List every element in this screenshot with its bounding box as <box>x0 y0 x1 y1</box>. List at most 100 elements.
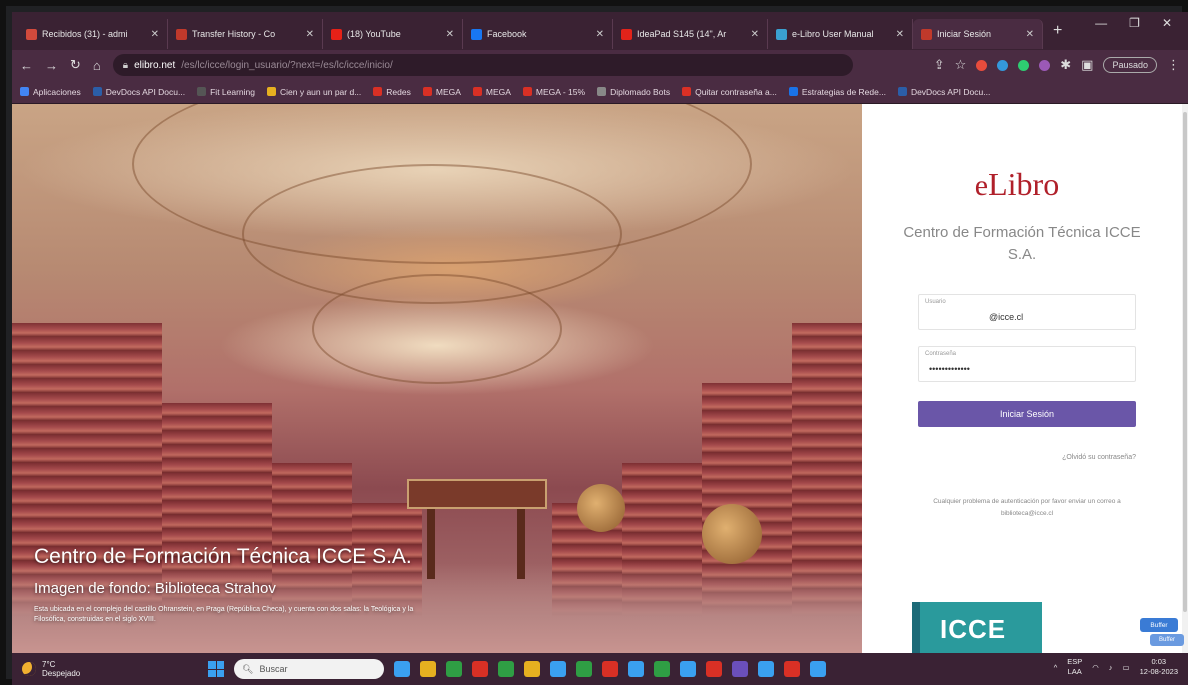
forgot-password-link[interactable]: ¿Olvidó su contraseña? <box>918 454 1136 461</box>
url-host: elibro.net <box>134 59 176 71</box>
extension-icon[interactable] <box>1039 59 1051 71</box>
close-window-button[interactable]: ✕ <box>1162 16 1172 30</box>
back-icon[interactable]: ← <box>20 58 33 73</box>
bookmark-favicon-icon <box>788 87 798 96</box>
bookmark-item[interactable]: Quitar contraseña a... <box>682 87 777 97</box>
screen-frame: Recibidos (31) - admi ✕ Transfer History -… <box>0 0 1188 685</box>
taskbar-app-icon[interactable] <box>680 661 696 677</box>
taskbar-app-icon[interactable] <box>524 661 540 677</box>
buffer-widget-button[interactable]: Buffer <box>1140 618 1178 632</box>
bookmark-item[interactable]: MEGA <box>422 87 461 97</box>
taskbar-app-icon[interactable] <box>420 661 436 677</box>
display-table <box>407 479 547 509</box>
browser-tab[interactable]: Facebook ✕ <box>463 19 613 49</box>
login-panel: eLibro Centro de Formación Técnica ICCE … <box>862 104 1188 653</box>
maximize-button[interactable]: ❐ <box>1129 16 1140 30</box>
username-field[interactable]: Usuario @icce.cl <box>918 294 1136 330</box>
reload-icon[interactable]: ↻ <box>70 57 81 73</box>
taskbar-app-icon[interactable] <box>810 661 826 677</box>
taskbar-app-icon[interactable] <box>498 661 514 677</box>
bookmark-item[interactable]: Cien y aun un par d... <box>267 87 361 97</box>
puzzle-icon[interactable]: ✱ <box>1060 57 1071 73</box>
bookmark-label: DevDocs API Docu... <box>910 86 991 97</box>
chevron-up-icon[interactable]: ^ <box>1054 663 1058 672</box>
login-button[interactable]: Iniciar Sesión <box>918 401 1136 427</box>
taskbar-app-icon[interactable] <box>706 661 722 677</box>
bookmark-item[interactable]: Aplicaciones <box>20 87 81 97</box>
share-icon[interactable]: ⇪ <box>934 57 945 73</box>
bookmark-favicon-icon <box>267 87 276 96</box>
bookmark-item[interactable]: Estrategias de Rede... <box>788 87 886 97</box>
buffer-widget-button-secondary[interactable]: Buffer <box>1150 634 1184 646</box>
sidebar-icon[interactable]: ▣ <box>1081 57 1093 73</box>
new-tab-button[interactable]: + <box>1043 22 1072 40</box>
tab-close-icon[interactable]: ✕ <box>751 29 759 40</box>
bookmark-favicon-icon <box>472 87 482 96</box>
taskbar-app-icon[interactable] <box>394 661 410 677</box>
logo-e: e <box>974 169 989 202</box>
tab-close-icon[interactable]: ✕ <box>1026 29 1034 40</box>
windows-start-icon[interactable] <box>208 661 224 677</box>
bookmark-item[interactable]: MEGA <box>472 87 511 97</box>
browser-toolbar: ← → ↻ ⌂ 🔒︎ elibro.net/es/lc/icce/login_u… <box>12 50 1188 80</box>
browser-tab[interactable]: Iniciar Sesión ✕ <box>913 19 1043 49</box>
page-scrollbar[interactable] <box>1182 104 1188 653</box>
institution-name: Centro de Formación Técnica ICCE S.A. <box>903 224 1141 263</box>
bookmark-item[interactable]: DevDocs API Docu... <box>92 87 185 97</box>
tab-close-icon[interactable]: ✕ <box>446 29 454 40</box>
password-value: ••••••••••••• <box>929 364 970 374</box>
browser-tab[interactable]: IdeaPad S145 (14", Ar ✕ <box>613 19 768 49</box>
bookmark-item[interactable]: Diplomado Bots <box>597 87 670 97</box>
taskbar-app-icon[interactable] <box>472 661 488 677</box>
bookmark-favicon-icon <box>682 87 692 96</box>
menu-icon[interactable]: ⋮ <box>1167 57 1180 73</box>
taskbar-app-icon[interactable] <box>602 661 618 677</box>
browser-tab[interactable]: Transfer History - Co ✕ <box>168 19 323 49</box>
extension-icon[interactable] <box>997 59 1009 71</box>
forward-icon[interactable]: → <box>45 58 58 73</box>
tab-title: Facebook <box>487 29 527 39</box>
volume-icon[interactable]: ♪ <box>1109 663 1113 672</box>
taskbar-app-icon[interactable] <box>628 661 644 677</box>
bookmark-item[interactable]: MEGA - 15% <box>522 87 585 97</box>
wifi-icon[interactable]: ◠ <box>1092 663 1099 672</box>
browser-tab[interactable]: e-Libro User Manual ✕ <box>768 19 913 49</box>
profile-button[interactable]: Pausado <box>1103 57 1157 73</box>
minimize-button[interactable]: — <box>1095 16 1107 30</box>
tab-close-icon[interactable]: ✕ <box>896 29 904 40</box>
extension-icon[interactable] <box>976 59 988 71</box>
taskbar-app-icon[interactable] <box>784 661 800 677</box>
bookmark-item[interactable]: DevDocs API Docu... <box>897 86 991 97</box>
bookmark-item[interactable]: Fit Learning <box>197 87 255 97</box>
bookmark-star-icon[interactable]: ☆ <box>955 57 967 73</box>
scrollbar-thumb[interactable] <box>1183 112 1187 612</box>
hero-subtitle: Imagen de fondo: Biblioteca Strahov <box>34 580 276 597</box>
battery-icon[interactable]: ▭ <box>1123 663 1130 672</box>
weather-widget[interactable]: 7°C Despejado <box>22 660 80 678</box>
taskbar-app-icon[interactable] <box>732 661 748 677</box>
taskbar-app-icon[interactable] <box>654 661 670 677</box>
username-label: Usuario <box>925 299 946 305</box>
taskbar-app-icon[interactable] <box>576 661 592 677</box>
browser-tab[interactable]: Recibidos (31) - admi ✕ <box>18 19 168 49</box>
clock[interactable]: 0:03 12-08-2023 <box>1140 657 1178 677</box>
bookmark-label: Aplicaciones <box>33 86 81 97</box>
tab-title: Transfer History - Co <box>192 29 276 39</box>
tab-close-icon[interactable]: ✕ <box>306 29 314 40</box>
icce-logo: ICCE <box>912 602 1042 653</box>
tab-close-icon[interactable]: ✕ <box>596 29 604 40</box>
language-indicator[interactable]: ESP LAA <box>1067 657 1082 677</box>
browser-tab[interactable]: (18) YouTube ✕ <box>323 19 463 49</box>
tab-close-icon[interactable]: ✕ <box>151 29 159 40</box>
icce-logo-bar <box>912 602 920 653</box>
home-icon[interactable]: ⌂ <box>93 58 101 73</box>
taskbar-app-icon[interactable] <box>758 661 774 677</box>
taskbar-app-icon[interactable] <box>446 661 462 677</box>
extension-icon[interactable] <box>1018 59 1030 71</box>
address-bar[interactable]: 🔒︎ elibro.net/es/lc/icce/login_usuario/?… <box>112 54 853 76</box>
taskbar-app-icon[interactable] <box>550 661 566 677</box>
password-field[interactable]: Contraseña ••••••••••••• <box>918 346 1136 382</box>
bookmark-item[interactable]: Redes <box>373 87 411 97</box>
taskbar-search[interactable]: 🔍︎ Buscar <box>234 659 384 679</box>
tab-favicon-icon <box>471 28 482 40</box>
